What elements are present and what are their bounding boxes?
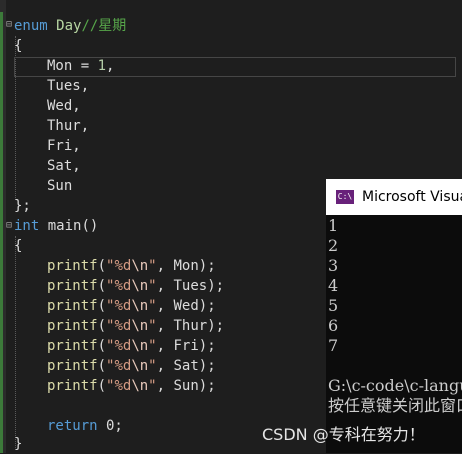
code-line-brace[interactable]: {: [14, 36, 22, 56]
code-line-printf[interactable]: printf("%d\n", Tues);: [14, 276, 224, 296]
console-line: 6: [328, 316, 339, 335]
code-line-member[interactable]: Mon = 1,: [14, 56, 114, 76]
enum-member: Mon: [47, 58, 73, 74]
code-line-printf[interactable]: printf("%d\n", Sun);: [14, 376, 216, 396]
function-name: printf: [47, 358, 98, 374]
code-line-enum-close[interactable]: };: [14, 196, 31, 216]
enum-member: Sun: [47, 178, 73, 194]
assign-op: =: [72, 58, 98, 74]
enum-member: Sat,: [47, 158, 81, 174]
close-brace: };: [14, 198, 31, 214]
function-name: printf: [47, 378, 98, 394]
function-name: printf: [47, 318, 98, 334]
keyword-return: return: [47, 418, 98, 434]
console-output: 1234567 G:\c-code\c-language按任意键关闭此窗口: [328, 216, 462, 416]
code-line-member[interactable]: Wed,: [14, 96, 81, 116]
printf-arg: Wed: [173, 298, 199, 314]
code-line-printf[interactable]: printf("%d\n", Wed);: [14, 296, 216, 316]
open-brace: {: [14, 238, 23, 254]
code-line-member[interactable]: Thur,: [14, 116, 89, 136]
return-value: 0;: [97, 418, 123, 434]
keyword-enum: enum: [14, 18, 48, 34]
close-brace: }: [14, 436, 23, 452]
console-line: 5: [328, 296, 339, 315]
open-brace: {: [14, 38, 23, 54]
printf-arg: Thur: [173, 318, 208, 334]
main-signature: main(): [39, 218, 99, 234]
enum-member: Fri,: [47, 138, 81, 154]
console-line: 4: [328, 276, 339, 295]
keyword-int: int: [14, 218, 40, 234]
console-line: 1: [328, 216, 339, 235]
comma: ,: [106, 58, 115, 74]
console-line: 按任意键关闭此窗口: [328, 396, 462, 415]
console-app-icon: C:\: [336, 190, 354, 204]
code-comment: //星期: [81, 18, 127, 34]
console-line: 2: [328, 236, 339, 255]
printf-arg: Sat: [173, 358, 199, 374]
console-line: 3: [328, 256, 339, 275]
fold-collapse-icon[interactable]: ⊟: [6, 216, 12, 236]
function-name: printf: [47, 278, 98, 294]
code-line-printf[interactable]: printf("%d\n", Thur);: [14, 316, 224, 336]
code-line-printf[interactable]: printf("%d\n", Fri);: [14, 336, 216, 356]
code-line-brace[interactable]: {: [14, 236, 22, 256]
debug-console-window[interactable]: C:\ Microsoft Visual Studio 调试控制台 123456…: [326, 179, 462, 453]
enum-name: Day: [56, 18, 82, 34]
code-line-brace[interactable]: }: [14, 434, 22, 454]
change-indicator-bar: [0, 12, 3, 453]
code-line-main-decl[interactable]: int main(): [14, 216, 98, 236]
code-line-member[interactable]: Fri,: [14, 136, 81, 156]
code-line-printf[interactable]: printf("%d\n", Sat);: [14, 356, 216, 376]
code-line-enum-decl[interactable]: enum Day//星期: [14, 16, 126, 36]
number-literal: 1: [97, 58, 107, 74]
code-line-member[interactable]: Sat,: [14, 156, 81, 176]
code-line-printf[interactable]: printf("%d\n", Mon);: [14, 256, 216, 276]
console-line: G:\c-code\c-language: [328, 376, 462, 395]
enum-member: Tues,: [47, 78, 90, 94]
console-title-bar[interactable]: C:\ Microsoft Visual Studio 调试控制台: [326, 179, 462, 215]
function-name: printf: [47, 338, 98, 354]
console-line: 7: [328, 336, 339, 355]
console-title: Microsoft Visual Studio 调试控制台: [362, 189, 462, 205]
printf-arg: Sun: [173, 378, 199, 394]
printf-arg: Fri: [173, 338, 199, 354]
watermark-text: CSDN @专科在努力！: [262, 425, 425, 444]
printf-arg: Mon: [173, 258, 199, 274]
function-name: printf: [47, 258, 98, 274]
printf-arg: Tues: [173, 278, 208, 294]
enum-member: Thur,: [47, 118, 90, 134]
fold-collapse-icon[interactable]: ⊟: [6, 15, 12, 35]
code-line-return[interactable]: return 0;: [14, 416, 123, 436]
code-line-member[interactable]: Tues,: [14, 76, 89, 96]
code-line-member[interactable]: Sun: [14, 176, 72, 196]
function-name: printf: [47, 298, 98, 314]
enum-member: Wed,: [47, 98, 81, 114]
